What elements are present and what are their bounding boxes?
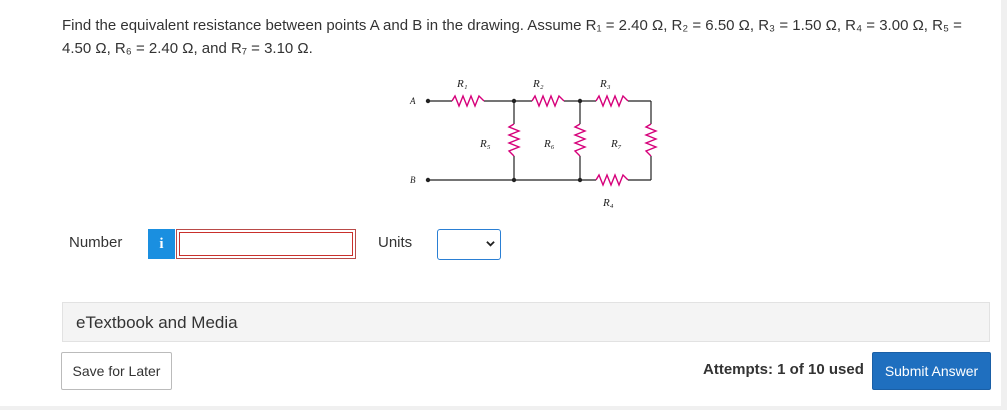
- resistor-r1: [451, 94, 485, 108]
- junction-dot: [511, 177, 517, 183]
- resistor-r5: [507, 123, 521, 157]
- label-r4: R₄: [602, 197, 614, 209]
- resistor-r4: [595, 173, 629, 187]
- label-point-a: A: [409, 96, 416, 106]
- number-input-field[interactable]: [179, 232, 353, 256]
- circuit-diagram: A B R₁ R₂ R₃ R₅ R₆ R₇ R₄: [409, 78, 658, 209]
- junction-dot: [511, 98, 517, 104]
- label-point-b: B: [410, 175, 416, 185]
- junction-dot: [577, 177, 583, 183]
- attempts-text: Attempts: 1 of 10 used: [703, 361, 864, 378]
- resistor-r3: [595, 94, 629, 108]
- number-label: Number: [69, 234, 123, 251]
- submit-answer-button[interactable]: Submit Answer: [872, 352, 991, 390]
- label-r5: R₅: [479, 138, 491, 150]
- chevron-down-icon: [486, 241, 495, 247]
- etextbook-section[interactable]: eTextbook and Media: [62, 302, 990, 342]
- label-r3: R₃: [599, 78, 611, 90]
- label-r2: R₂: [532, 78, 544, 90]
- info-icon[interactable]: i: [148, 229, 175, 259]
- terminal-a: [425, 98, 431, 104]
- units-select[interactable]: [437, 229, 501, 260]
- question-line-1: Find the equivalent resistance between p…: [62, 17, 962, 34]
- question-line-2: 4.50 Ω, R₆ = 2.40 Ω, and R₇ = 3.10 Ω.: [62, 40, 313, 57]
- resistor-r6: [573, 123, 587, 157]
- label-r1: R₁: [456, 78, 468, 90]
- save-for-later-button[interactable]: Save for Later: [61, 352, 172, 390]
- terminal-b: [425, 177, 431, 183]
- label-r7: R₇: [610, 138, 622, 150]
- question-card: Find the equivalent resistance between p…: [0, 0, 1001, 406]
- resistor-r7: [644, 123, 658, 157]
- etextbook-label: eTextbook and Media: [76, 313, 238, 332]
- question-text: Find the equivalent resistance between p…: [62, 14, 992, 60]
- label-r6: R₆: [543, 138, 555, 150]
- resistor-r2: [531, 94, 565, 108]
- number-input[interactable]: [176, 229, 356, 259]
- junction-dot: [577, 98, 583, 104]
- units-label: Units: [378, 234, 413, 251]
